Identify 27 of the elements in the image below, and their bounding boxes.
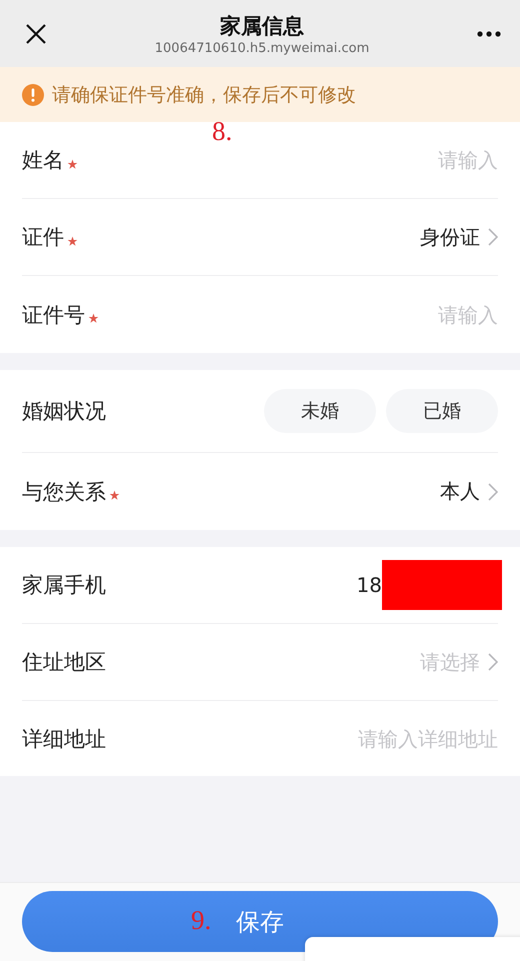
step-number: 8. bbox=[212, 116, 232, 146]
chevron-right-icon bbox=[488, 653, 498, 671]
field-label: 家属手机 bbox=[22, 572, 106, 599]
field-label: 住址地区 bbox=[22, 649, 106, 676]
step-number: 9. bbox=[191, 905, 212, 935]
page-title: 家属信息 bbox=[220, 12, 304, 40]
field-label: 证件 bbox=[22, 224, 64, 251]
chevron-right-icon bbox=[488, 482, 498, 500]
field-label: 与您关系 bbox=[22, 478, 106, 506]
option-chip[interactable]: 已婚 bbox=[386, 389, 498, 433]
field-label: 婚姻状况 bbox=[22, 398, 106, 425]
select-value[interactable]: 本人 bbox=[440, 478, 480, 505]
field-label: 姓名 bbox=[22, 147, 64, 174]
input-field[interactable]: 请输入 bbox=[238, 302, 498, 326]
input-field[interactable]: 请输入 bbox=[238, 148, 498, 172]
notice-text: 请确保证件号准确，保存后不可修改 bbox=[52, 82, 356, 108]
phone-value[interactable]: 18 bbox=[356, 573, 382, 597]
chevron-right-icon bbox=[488, 228, 498, 246]
field-label: 证件号 bbox=[22, 302, 85, 328]
select-value[interactable]: 身份证 bbox=[420, 224, 480, 250]
field-label: 详细地址 bbox=[22, 726, 106, 752]
warning-icon bbox=[22, 84, 44, 106]
option-chip[interactable]: 未婚 bbox=[264, 389, 376, 433]
more-icon[interactable] bbox=[476, 30, 502, 38]
page-url: 10064710610.h5.myweimai.com bbox=[154, 40, 370, 56]
close-icon[interactable] bbox=[24, 22, 48, 46]
input-field[interactable]: 请输入详细地址 bbox=[238, 726, 498, 750]
